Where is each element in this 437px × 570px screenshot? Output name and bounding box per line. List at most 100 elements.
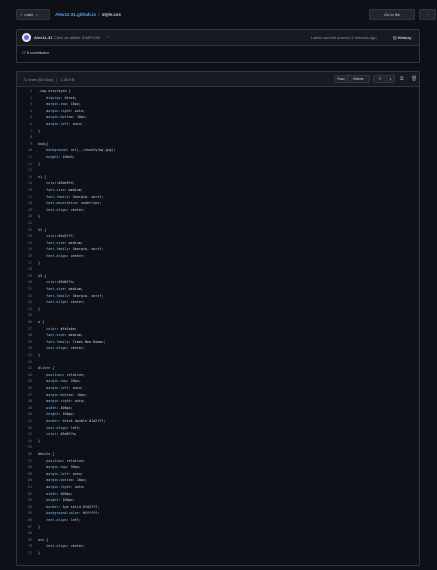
line-number[interactable]: 14 — [17, 174, 32, 180]
contributors-link[interactable]: ⚇ 1 contributor — [22, 50, 49, 55]
code-line: 71} — [17, 550, 419, 556]
commit-message-link[interactable]: Cielo de atelier SIMPLON — [54, 35, 100, 40]
trash-icon[interactable]: 🗑 — [411, 76, 417, 82]
line-number[interactable]: 7 — [17, 128, 32, 134]
line-number[interactable]: 9 — [17, 141, 32, 147]
line-number[interactable]: 71 — [17, 550, 32, 556]
line-number[interactable]: 51 — [17, 418, 32, 424]
line-number[interactable]: 28 — [17, 266, 32, 272]
copy-icon[interactable]: ⧉ — [400, 76, 404, 82]
line-number[interactable]: 13 — [17, 167, 32, 173]
line-number[interactable]: 40 — [17, 345, 32, 351]
line-number[interactable]: 64 — [17, 504, 32, 510]
line-number[interactable]: 47 — [17, 392, 32, 398]
check-icon: ✓ — [107, 34, 111, 39]
line-number[interactable]: 59 — [17, 471, 32, 477]
pencil-icon[interactable]: ✎ — [373, 75, 387, 83]
line-number[interactable]: 43 — [17, 365, 32, 371]
line-number[interactable]: 29 — [17, 273, 32, 279]
line-number[interactable]: 38 — [17, 332, 32, 338]
more-options-button[interactable]: ··· — [419, 9, 436, 20]
line-number[interactable]: 32 — [17, 293, 32, 299]
line-number[interactable]: 49 — [17, 405, 32, 411]
line-number[interactable]: 20 — [17, 213, 32, 219]
line-number[interactable]: 35 — [17, 312, 32, 318]
line-number[interactable]: 22 — [17, 227, 32, 233]
line-number[interactable]: 3 — [17, 101, 32, 107]
line-number[interactable]: 37 — [17, 326, 32, 332]
line-number[interactable]: 66 — [17, 517, 32, 523]
line-number[interactable]: 68 — [17, 530, 32, 536]
line-number[interactable]: 23 — [17, 233, 32, 239]
line-number[interactable]: 19 — [17, 207, 32, 213]
code-line: 64 border: 1px solid #1d2f7f; — [17, 504, 419, 510]
line-number[interactable]: 41 — [17, 352, 32, 358]
history-link[interactable]: ◷ History — [393, 35, 411, 40]
code-line: 33 text-align: center; — [17, 299, 419, 305]
commit-author-link[interactable]: Alex11-31 — [34, 35, 52, 40]
line-number[interactable]: 39 — [17, 339, 32, 345]
line-number[interactable]: 48 — [17, 398, 32, 404]
line-number[interactable]: 26 — [17, 253, 32, 259]
avatar[interactable] — [22, 33, 31, 42]
line-number[interactable]: 27 — [17, 260, 32, 266]
code-line: 43 #liste { — [17, 365, 419, 371]
line-number[interactable]: 56 — [17, 451, 32, 457]
code-line: 70 text-align: center; — [17, 543, 419, 549]
line-number[interactable]: 60 — [17, 477, 32, 483]
line-content: color:#3da9f4; — [46, 181, 75, 186]
line-number[interactable]: 67 — [17, 524, 32, 530]
line-number[interactable]: 6 — [17, 121, 32, 127]
file-header: 71 lines (65 sloc) 1.28 KB Raw Blame ✎ ▾ … — [17, 72, 419, 87]
line-number[interactable]: 54 — [17, 438, 32, 444]
line-number[interactable]: 34 — [17, 306, 32, 312]
line-content: color:#3d6f7a; — [46, 280, 75, 285]
line-number[interactable]: 69 — [17, 537, 32, 543]
people-icon: ⚇ — [22, 50, 26, 55]
line-number[interactable]: 10 — [17, 147, 32, 153]
line-number[interactable]: 30 — [17, 279, 32, 285]
line-number[interactable]: 57 — [17, 458, 32, 464]
line-number[interactable]: 17 — [17, 194, 32, 200]
line-number[interactable]: 8 — [17, 134, 32, 140]
line-number[interactable]: 11 — [17, 154, 32, 160]
branch-selector-button[interactable]: ⑂ main ▾ — [16, 9, 50, 20]
line-number[interactable]: 65 — [17, 510, 32, 516]
line-content: font-family: Georgia, serif; — [46, 247, 104, 252]
line-number[interactable]: 5 — [17, 114, 32, 120]
chevron-down-icon[interactable]: ▾ — [387, 75, 395, 83]
line-number[interactable]: 52 — [17, 425, 32, 431]
line-number[interactable]: 58 — [17, 464, 32, 470]
latest-commit-info[interactable]: Latest commit ecarrcu 2 minutes ago — [311, 35, 377, 40]
go-to-file-button[interactable]: Go to file — [369, 9, 415, 20]
line-number[interactable]: 21 — [17, 220, 32, 226]
line-number[interactable]: 33 — [17, 299, 32, 305]
code-line: 27} — [17, 260, 419, 266]
line-number[interactable]: 2 — [17, 95, 32, 101]
line-number[interactable]: 1 — [17, 88, 32, 94]
raw-button[interactable]: Raw — [334, 75, 348, 83]
line-number[interactable]: 4 — [17, 108, 32, 114]
line-number[interactable]: 42 — [17, 359, 32, 365]
line-number[interactable]: 55 — [17, 444, 32, 450]
line-number[interactable]: 12 — [17, 161, 32, 167]
line-number[interactable]: 62 — [17, 491, 32, 497]
breadcrumb-repo-link[interactable]: Alex11-31.github.io — [55, 12, 96, 17]
line-number[interactable]: 70 — [17, 543, 32, 549]
line-number[interactable]: 24 — [17, 240, 32, 246]
line-number[interactable]: 36 — [17, 319, 32, 325]
line-number[interactable]: 16 — [17, 187, 32, 193]
line-number[interactable]: 46 — [17, 385, 32, 391]
line-number[interactable]: 31 — [17, 286, 32, 292]
line-number[interactable]: 15 — [17, 180, 32, 186]
line-number[interactable]: 63 — [17, 497, 32, 503]
line-number[interactable]: 50 — [17, 411, 32, 417]
line-number[interactable]: 45 — [17, 378, 32, 384]
line-number[interactable]: 61 — [17, 484, 32, 490]
line-number[interactable]: 25 — [17, 246, 32, 252]
line-number[interactable]: 18 — [17, 200, 32, 206]
blame-button[interactable]: Blame — [348, 75, 370, 83]
line-number[interactable]: 44 — [17, 372, 32, 378]
code-line: 50 height: 100px; — [17, 411, 419, 417]
line-number[interactable]: 53 — [17, 431, 32, 437]
